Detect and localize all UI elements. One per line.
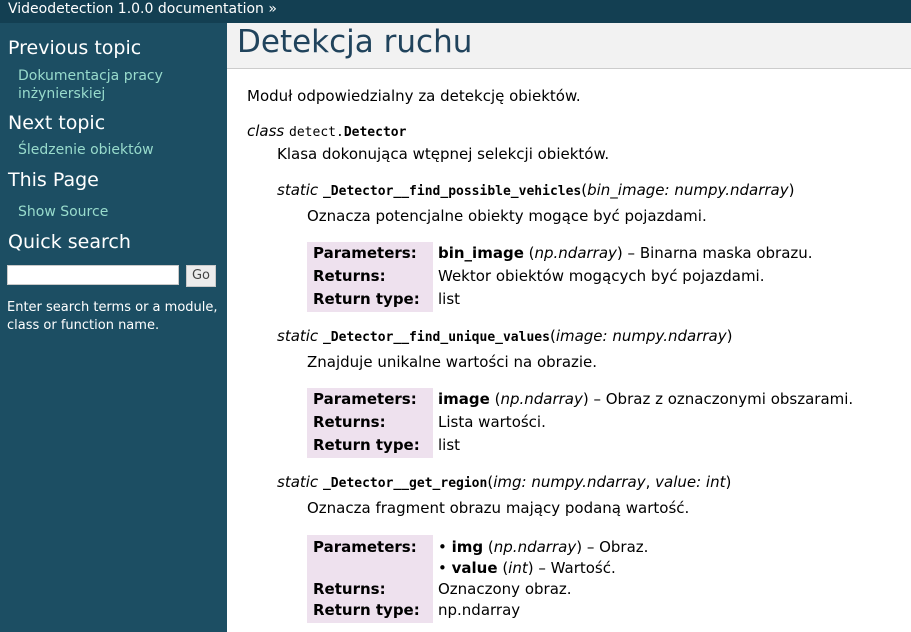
go-button[interactable]: Go xyxy=(186,265,216,287)
method-signature: static _Detector__find_possible_vehicles… xyxy=(277,181,795,199)
this-page-heading: This Page xyxy=(8,169,99,191)
field-values: • img (np.ndarray) – Obraz. • value (int… xyxy=(438,538,649,619)
previous-topic-link[interactable]: Dokumentacja pracy inżynierskiej xyxy=(18,67,163,103)
method-description: Oznacza potencjalne obiekty mogące być p… xyxy=(307,207,707,225)
field-labels: Parameters: Returns: Return type: xyxy=(307,535,433,623)
field-values: bin_image (np.ndarray) – Binarna maska o… xyxy=(438,244,813,308)
method-description: Znajduje unikalne wartości na obrazie. xyxy=(307,353,598,371)
main-content: Detekcja ruchu Moduł odpowiedzialny za d… xyxy=(227,23,911,632)
next-topic-heading: Next topic xyxy=(8,112,106,134)
next-topic-link[interactable]: Śledzenie obiektów xyxy=(18,141,154,159)
top-navigation-bar: Videodetection 1.0.0 documentation » xyxy=(0,0,911,23)
title-bar: Detekcja ruchu xyxy=(227,23,911,69)
field-values: image (np.ndarray) – Obraz z oznaczonymi… xyxy=(438,390,854,454)
previous-topic-heading: Previous topic xyxy=(8,37,142,59)
class-signature: class detect.Detector xyxy=(247,122,407,140)
quick-search-heading: Quick search xyxy=(8,231,131,253)
search-input[interactable] xyxy=(7,265,179,285)
sidebar: Previous topic Dokumentacja pracy inżynie… xyxy=(0,23,227,632)
method-description: Oznacza fragment obrazu mający podaną wa… xyxy=(307,499,690,517)
page-title: Detekcja ruchu xyxy=(237,24,473,60)
method-signature: static _Detector__get_region(img: numpy.… xyxy=(277,473,732,491)
method-signature: static _Detector__find_unique_values(ima… xyxy=(277,327,733,345)
docs-home-link[interactable]: Videodetection 1.0.0 documentation » xyxy=(8,1,277,17)
field-labels: Parameters: Returns: Return type: xyxy=(307,388,433,458)
class-description: Klasa dokonująca wtępnej selekcji obiekt… xyxy=(277,145,610,163)
search-hint: Enter search terms or a module, class or… xyxy=(7,300,218,333)
intro-text: Moduł odpowiedzialny za detekcję obiektó… xyxy=(247,87,581,105)
field-labels: Parameters: Returns: Return type: xyxy=(307,242,433,312)
class-name: Detector xyxy=(343,125,407,140)
show-source-link[interactable]: Show Source xyxy=(18,203,108,221)
